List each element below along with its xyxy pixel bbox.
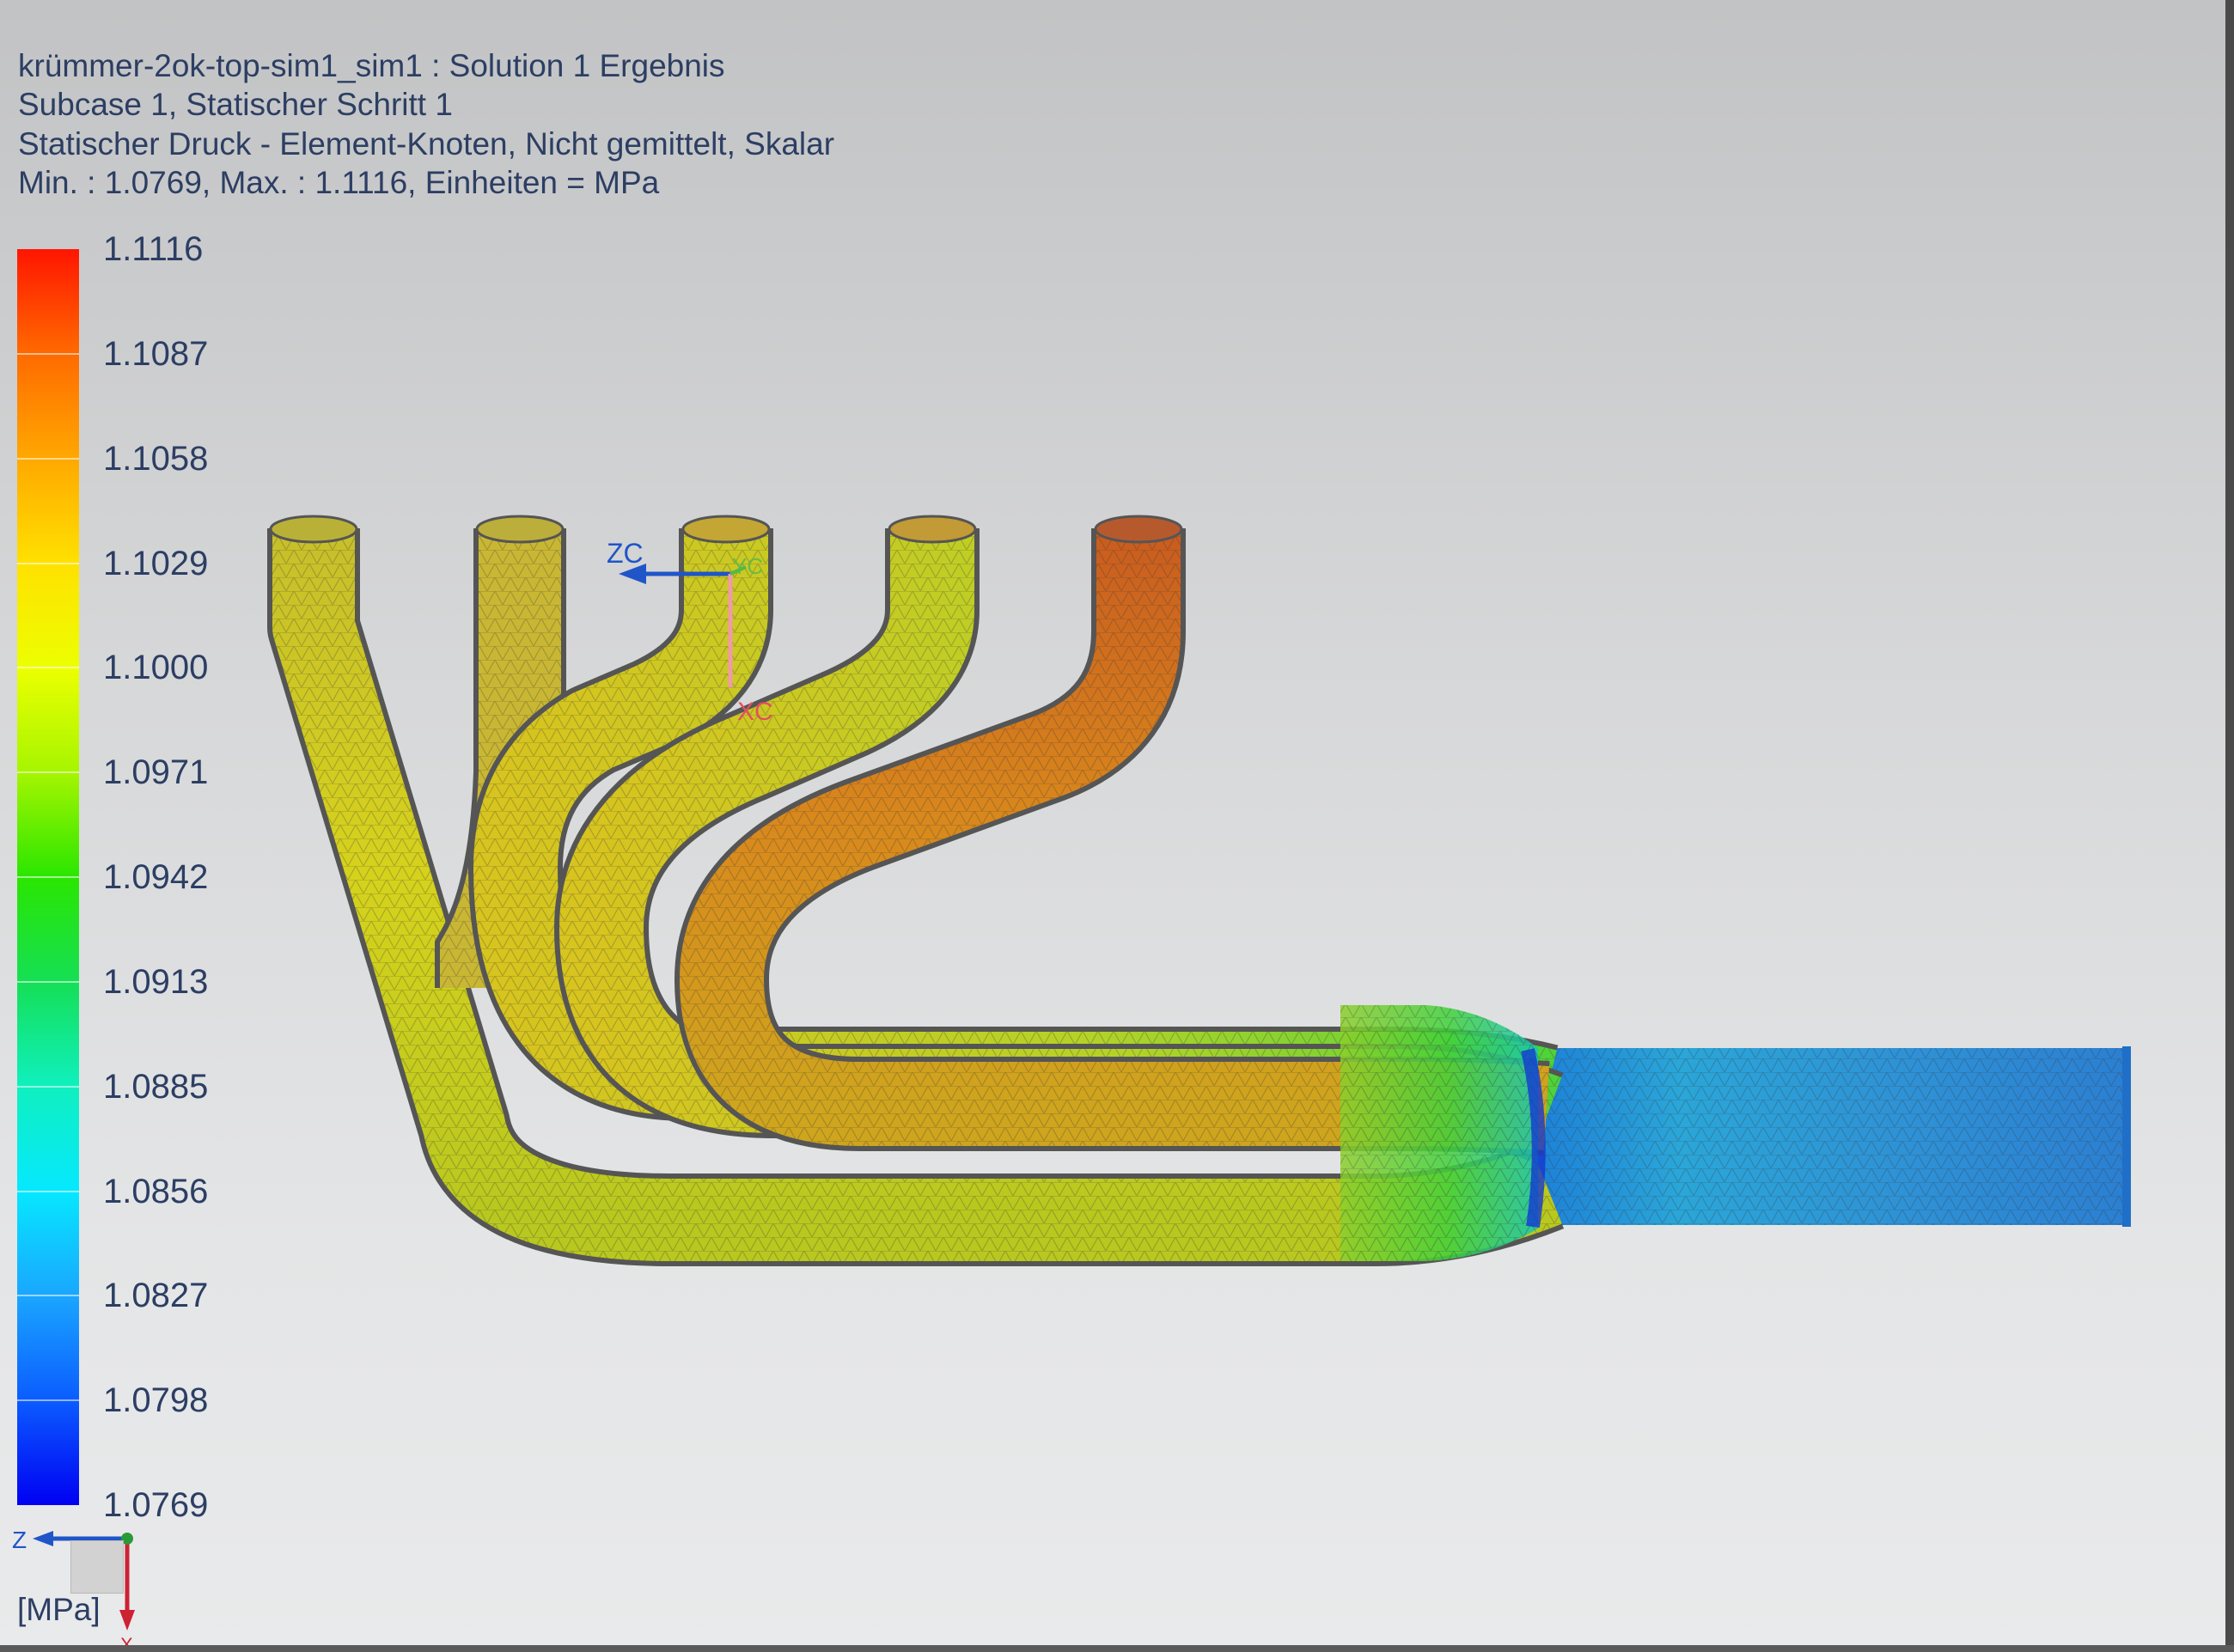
xc-axis-label: XC <box>737 698 773 726</box>
view-triad-origin-box <box>70 1540 124 1594</box>
zc-axis-label: ZC <box>607 538 644 569</box>
exhaust-manifold-model[interactable]: ZC YC XC Z X <box>0 0 2234 1652</box>
yc-axis-label: YC <box>732 553 763 579</box>
merge-section <box>1340 1005 1546 1261</box>
graphics-viewport[interactable]: krümmer-2ok-top-sim1_sim1 : Solution 1 E… <box>0 0 2234 1652</box>
viewport-border-right <box>2225 0 2234 1652</box>
z-axis-label: Z <box>12 1527 27 1553</box>
viewport-border-bottom <box>0 1645 2234 1652</box>
legend-units-label: [MPa] <box>17 1592 101 1627</box>
outlet-pipe <box>1529 1046 2131 1227</box>
